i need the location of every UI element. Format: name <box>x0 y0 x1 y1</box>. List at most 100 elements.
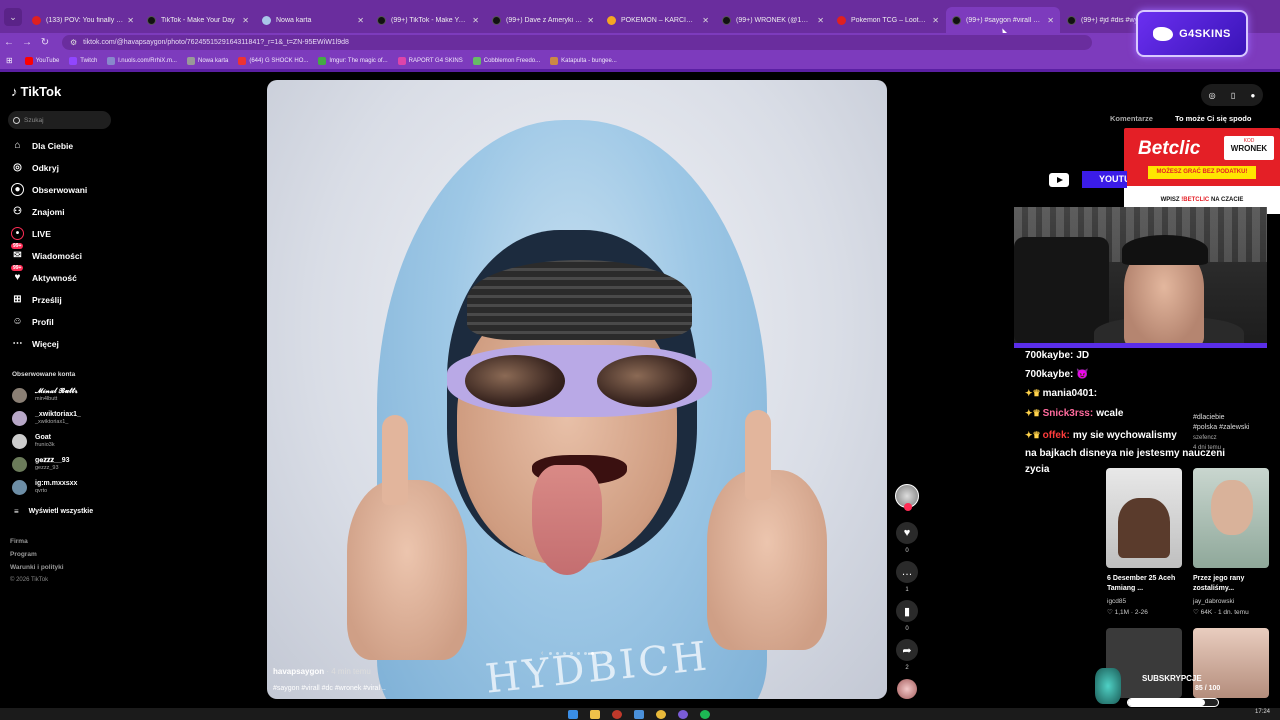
followed-account[interactable]: Goat frunio3k <box>12 434 55 449</box>
reload-icon[interactable]: ↻ <box>36 37 54 48</box>
carousel-dot[interactable] <box>563 652 567 655</box>
tab-close-icon[interactable]: ✕ <box>242 16 249 25</box>
tab-close-icon[interactable]: ✕ <box>702 16 709 25</box>
post-username[interactable]: havapsaygon <box>273 667 324 676</box>
like-action[interactable]: ♥ 0 <box>895 522 919 554</box>
followed-account[interactable]: 𝓜𝓲𝓷𝓪𝓵 𝓑𝓾𝓽𝓽𝓻 min4lbutt <box>12 388 78 403</box>
bookmark-icon[interactable]: ▮ <box>896 600 918 622</box>
forward-icon[interactable]: → <box>18 37 36 48</box>
followed-account[interactable]: g𝐞𝐳𝐳𝐳__93 gezzz_93 <box>12 457 70 472</box>
save-action[interactable]: ▮ 0 <box>895 600 919 632</box>
tab-close-icon[interactable]: ✕ <box>357 16 364 25</box>
post-hashtags[interactable]: #saygon #virall #dc #wronek #viral .. <box>273 685 386 692</box>
bookmark-item[interactable]: RAPORT G4 SKINS <box>397 56 463 65</box>
bookmark-item[interactable]: Imgur: The magic of... <box>318 56 388 65</box>
back-icon[interactable]: ← <box>0 37 18 48</box>
windows-start-icon[interactable] <box>568 710 578 719</box>
tab-close-icon[interactable]: ✕ <box>1047 16 1054 25</box>
share-icon[interactable]: ➦ <box>896 639 918 661</box>
video-title[interactable]: Przez jego rany zostaliśmy... <box>1193 574 1271 594</box>
tab-close-icon[interactable]: ✕ <box>587 16 594 25</box>
carousel-next-icon[interactable]: › <box>600 650 602 657</box>
tab-close-icon[interactable]: ✕ <box>932 16 939 25</box>
video-title[interactable]: 6 Desember 25 Aceh Tamiang ... <box>1107 574 1185 594</box>
nav-item-upload[interactable]: ⊞ Prześlij <box>11 293 61 306</box>
chat-text: 😈 <box>1076 369 1089 380</box>
comment-icon[interactable]: … <box>896 561 918 583</box>
device-icon[interactable]: ▯ <box>1231 91 1235 100</box>
bookmark-item[interactable]: Katapulta - bungee... <box>550 56 617 65</box>
tab-comments[interactable]: Komentarze <box>1110 114 1153 123</box>
nav-item-compass[interactable]: ◎ Odkryj <box>11 161 59 174</box>
creator-avatar[interactable] <box>895 484 919 511</box>
nav-item-home[interactable]: ⌂ Dla Ciebie <box>11 139 73 152</box>
footer-link-program[interactable]: Program <box>10 551 37 558</box>
bookmark-item[interactable]: YouTube <box>24 56 59 65</box>
carousel-dot[interactable] <box>570 652 574 655</box>
footer-link-terms[interactable]: Warunki i polityki <box>10 564 64 571</box>
chrome-icon[interactable] <box>656 710 666 719</box>
browser-tab[interactable]: (99+) WRONEK (@1wronek) | ✕ <box>716 7 830 33</box>
video-user[interactable]: jay_dabrowski <box>1193 598 1234 605</box>
account-avatar[interactable]: ● <box>1251 91 1256 100</box>
followed-account[interactable]: _xwiktoriax1_ _xwiktoriax1_ <box>12 411 81 426</box>
steam-icon[interactable] <box>634 710 644 719</box>
bookmark-item[interactable]: Twitch <box>69 56 97 65</box>
hashtag-line[interactable]: #polska #zalewski <box>1193 423 1249 433</box>
carousel-prev-icon[interactable]: ‹ <box>541 650 543 657</box>
tab-search-button[interactable]: ⌄ <box>4 8 22 26</box>
suggested-video-2[interactable] <box>1193 468 1269 568</box>
nav-item-friends[interactable]: ⚇ Znajomi <box>11 205 65 218</box>
carousel-dot[interactable] <box>549 652 553 655</box>
apps-icon[interactable]: ⊞ <box>6 56 13 65</box>
site-info-icon[interactable]: ⚙ <box>70 38 77 47</box>
browser-tab[interactable]: (99+) TikTok - Make Your Day✕ <box>371 7 485 33</box>
tab-close-icon[interactable]: ✕ <box>817 16 824 25</box>
heart-icon[interactable]: ♥ <box>896 522 918 544</box>
carousel-dot[interactable] <box>584 652 588 655</box>
post-photo[interactable]: HYDBICH ‹ › havapsaygon · 4 min temu #sa… <box>267 80 887 699</box>
browser-tab[interactable]: TikTok - Make Your Day ✕ <box>141 7 255 33</box>
tiktok-logo[interactable]: ♪ TikTok <box>11 84 61 99</box>
discord-icon[interactable] <box>678 710 688 719</box>
browser-tab[interactable]: (133) POV: You finally upgrad ✕ <box>26 7 140 33</box>
carousel-dot[interactable] <box>556 652 560 655</box>
carousel-dots[interactable]: ‹ › <box>537 650 607 657</box>
browser-tab[interactable]: (99+) Dave z Ameryki Stand U ✕ <box>486 7 600 33</box>
comment-action[interactable]: … 1 <box>895 561 919 593</box>
search-input[interactable]: Szukaj <box>8 111 111 129</box>
suggested-video-1[interactable] <box>1106 468 1182 568</box>
nav-item-live[interactable]: • LIVE <box>11 227 51 240</box>
share-action[interactable]: ➦ 2 <box>895 639 919 671</box>
nav-item-following[interactable]: ● Obserwowani <box>11 183 87 196</box>
tab-close-icon[interactable]: ✕ <box>127 16 134 25</box>
nav-item-activity[interactable]: ♥ 99+ Aktywność <box>11 265 77 284</box>
browser-tab[interactable]: Nowa karta ✕ <box>256 7 370 33</box>
bookmark-item[interactable]: Nowa karta <box>186 56 228 65</box>
tab-close-icon[interactable]: ✕ <box>472 16 479 25</box>
tab-suggestions[interactable]: To może Ci się spodo <box>1175 114 1252 123</box>
nav-item-messages[interactable]: ✉ 99+ Wiadomości <box>11 243 82 262</box>
browser-tab[interactable]: POKEMON – KARCIOCH ✕ <box>601 7 715 33</box>
hashtag-line[interactable]: #dlaciebie <box>1193 413 1249 423</box>
url-field[interactable]: ⚙ tiktok.com/@havapsaygon/photo/76245515… <box>62 35 1092 50</box>
follow-plus-icon[interactable] <box>904 503 912 511</box>
bookmark-item[interactable]: Cobblemon Freedo... <box>472 56 540 65</box>
nav-item-profile[interactable]: ☺ Profil <box>11 315 53 328</box>
followed-account[interactable]: ig:m.mxxsxx qvrto <box>12 480 77 495</box>
see-all-button[interactable]: ≡ Wyświetl wszystkie <box>14 507 93 516</box>
bookmark-item[interactable]: l.nuols.com/RrhiX.m... <box>107 56 177 65</box>
browser-tab[interactable]: Pokemon TCG – LootQuest.pl ✕ <box>831 7 945 33</box>
bookmark-item[interactable]: (644) G SHOCK HO... <box>238 56 308 65</box>
carousel-dot-active[interactable] <box>591 652 595 655</box>
carousel-dot[interactable] <box>577 652 581 655</box>
nav-item-more[interactable]: ⋯ Więcej <box>11 337 59 350</box>
music-avatar[interactable] <box>897 679 917 699</box>
explorer-icon[interactable] <box>590 710 600 719</box>
app-icon[interactable] <box>612 710 622 719</box>
spotify-icon[interactable] <box>700 710 710 719</box>
compass-icon[interactable]: ◎ <box>1209 91 1216 100</box>
footer-link-company[interactable]: Firma <box>10 538 28 545</box>
video-user[interactable]: igcd85 <box>1107 598 1126 605</box>
post-author[interactable]: havapsaygon · 4 min temu <box>273 667 371 676</box>
